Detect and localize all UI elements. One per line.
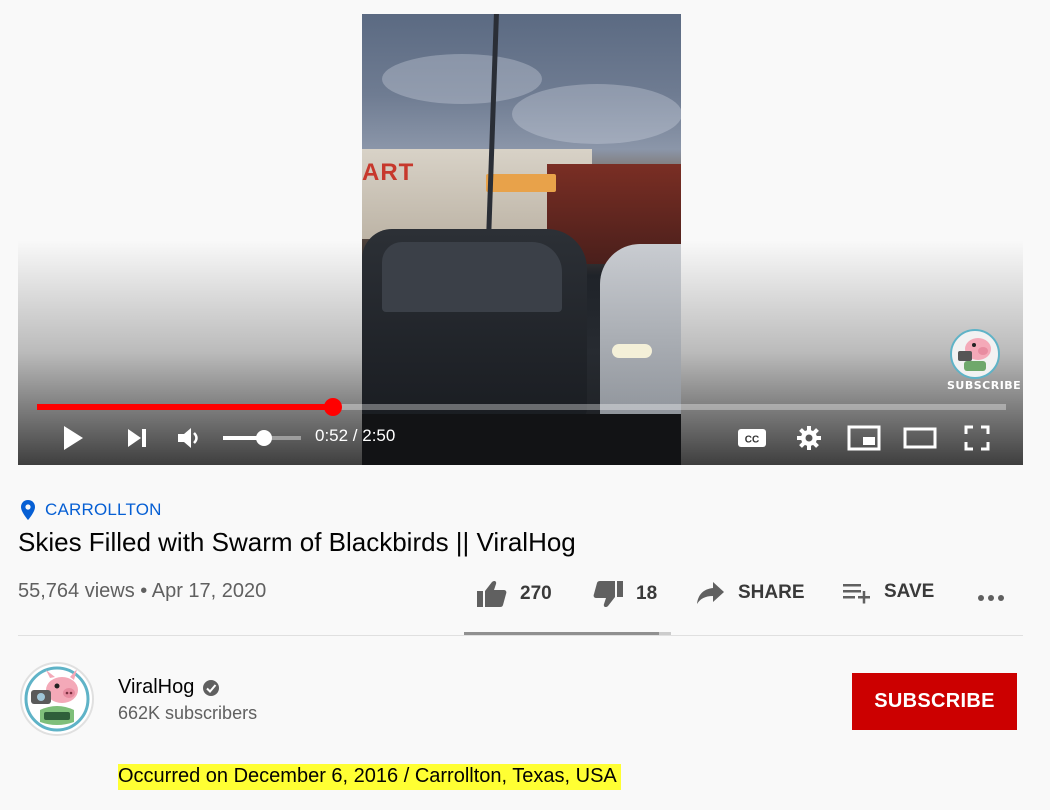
sentiment-like-portion (464, 632, 659, 635)
share-label: SHARE (738, 582, 805, 603)
thumbs-up-icon (477, 580, 507, 607)
volume-icon (178, 428, 198, 448)
channel-name[interactable]: ViralHog (118, 676, 220, 699)
next-icon (128, 429, 146, 447)
info-divider (18, 635, 1023, 636)
next-button[interactable] (122, 423, 152, 453)
progress-scrubber[interactable] (323, 398, 342, 416)
store-sign: ART (362, 159, 415, 186)
location-label: CARROLLTON (45, 500, 162, 519)
share-arrow-icon (697, 582, 724, 604)
more-actions-button[interactable] (974, 584, 1020, 612)
miniplayer-button[interactable] (846, 423, 882, 453)
captions-icon: CC (738, 429, 766, 447)
dislike-count: 18 (636, 583, 658, 604)
location-link[interactable]: CARROLLTON (21, 500, 162, 520)
video-player[interactable]: ART SUBSCRIBE 0:52 / 2:50 CC (18, 14, 1023, 465)
cloud (512, 84, 681, 144)
captions-button[interactable]: CC (735, 423, 769, 453)
time-display: 0:52 / 2:50 (315, 426, 396, 445)
svg-text:CC: CC (745, 435, 759, 446)
theater-icon (903, 427, 937, 449)
settings-button[interactable] (792, 423, 826, 453)
cloud (382, 54, 542, 104)
verified-check-icon (203, 679, 220, 696)
share-button[interactable]: SHARE (696, 580, 805, 606)
subscribe-button[interactable]: SUBSCRIBE (852, 673, 1017, 730)
progress-bar[interactable] (37, 398, 1006, 416)
fullscreen-button[interactable] (960, 423, 994, 453)
video-meta: 55,764 views • Apr 17, 2020 (18, 580, 267, 602)
sentiment-bar (464, 632, 671, 635)
minivan-window (382, 242, 562, 312)
like-count: 270 (520, 583, 552, 604)
volume-slider[interactable] (223, 430, 301, 446)
headlight (612, 344, 652, 358)
pig-avatar-icon (23, 665, 91, 733)
mute-button[interactable] (174, 423, 206, 453)
save-button[interactable]: SAVE (842, 580, 934, 604)
save-playlist-icon (843, 584, 870, 604)
thumbs-down-icon (593, 581, 623, 608)
settings-icon (797, 426, 821, 450)
video-frame[interactable]: ART (362, 14, 681, 465)
pig-mascot-icon (950, 329, 1000, 379)
progress-played (37, 404, 333, 410)
more-horizontal-icon (978, 595, 1004, 601)
like-button[interactable]: 270 (476, 580, 552, 608)
subscriber-count: 662K subscribers (118, 703, 258, 723)
channel-name-label: ViralHog (118, 676, 195, 698)
location-pin-icon (21, 500, 35, 520)
fullscreen-icon (964, 425, 990, 451)
video-title: Skies Filled with Swarm of Blackbirds ||… (18, 527, 576, 557)
dislike-button[interactable]: 18 (592, 580, 657, 608)
theater-button[interactable] (902, 423, 938, 453)
channel-avatar[interactable] (20, 662, 94, 736)
save-label: SAVE (884, 581, 935, 602)
play-icon (64, 426, 83, 450)
channel-watermark[interactable]: SUBSCRIBE (947, 329, 1021, 392)
play-button[interactable] (58, 423, 88, 453)
video-description: Occurred on December 6, 2016 / Carrollto… (118, 764, 621, 790)
store-sign-lit (486, 174, 556, 192)
volume-knob[interactable] (255, 430, 272, 446)
miniplayer-icon (847, 425, 881, 451)
ground (362, 414, 681, 465)
